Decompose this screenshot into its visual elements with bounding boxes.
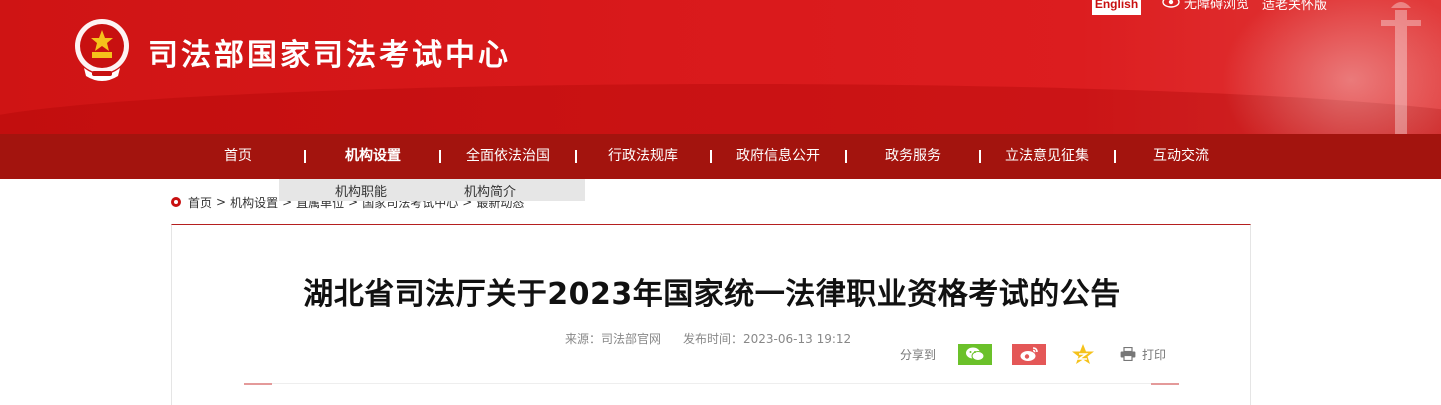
site-title[interactable]: 司法部国家司法考试中心 <box>148 30 511 74</box>
huabiao-pillar-decoration <box>1381 2 1421 134</box>
nav-separator <box>979 150 981 163</box>
breadcrumb-location-icon <box>171 197 181 207</box>
divider-accent-left <box>244 383 272 385</box>
nav-separator <box>575 150 577 163</box>
article-title: 湖北省司法厅关于2023年国家统一法律职业资格考试的公告 <box>303 277 1121 312</box>
nav-item-regulations[interactable]: 行政法规库 <box>592 134 694 179</box>
nav-separator <box>439 150 441 163</box>
submenu-item-functions[interactable]: 机构职能 <box>335 181 387 200</box>
english-button[interactable]: English <box>1092 0 1141 15</box>
breadcrumb-item[interactable]: 机构设置 <box>230 194 278 211</box>
printer-icon <box>1120 347 1136 361</box>
accessibility-label: 无障碍浏览 <box>1184 0 1250 12</box>
accessibility-link[interactable]: 无障碍浏览 <box>1162 0 1250 12</box>
share-bar: 分享到 打印 <box>900 343 1166 365</box>
main-nav: 首页 机构设置 全面依法治国 行政法规库 政府信息公开 政务服务 立法意见征集 … <box>0 134 1441 179</box>
article-divider <box>244 383 1179 385</box>
header-banner: 司法部国家司法考试中心 English 无障碍浏览 适老关怀版 <box>0 0 1441 134</box>
nav-item-organization[interactable]: 机构设置 <box>323 134 423 179</box>
qzone-star-icon <box>1072 344 1095 364</box>
nav-item-gov-info[interactable]: 政府信息公开 <box>727 134 829 179</box>
wechat-icon <box>966 347 985 361</box>
nav-item-legislation-feedback[interactable]: 立法意见征集 <box>996 134 1098 179</box>
nav-item-rule-of-law[interactable]: 全面依法治国 <box>456 134 560 179</box>
nav-submenu: 机构职能 机构简介 <box>279 179 585 201</box>
nav-item-interaction[interactable]: 互动交流 <box>1131 134 1231 179</box>
share-label: 分享到 <box>900 347 937 362</box>
national-emblem-icon <box>75 19 129 81</box>
breadcrumb-separator: > <box>216 195 227 209</box>
divider-accent-right <box>1151 383 1179 385</box>
share-qzone-button[interactable] <box>1066 344 1100 365</box>
nav-item-home[interactable]: 首页 <box>188 134 288 179</box>
submenu-item-overview[interactable]: 机构简介 <box>464 181 516 200</box>
share-wechat-button[interactable] <box>958 343 993 365</box>
print-button[interactable]: 打印 <box>1120 346 1166 363</box>
breadcrumb-item[interactable]: 首页 <box>188 194 212 211</box>
article-card: 湖北省司法厅关于2023年国家统一法律职业资格考试的公告 来源：司法部官网 发布… <box>171 224 1251 405</box>
print-label: 打印 <box>1142 347 1167 362</box>
elder-mode-link[interactable]: 适老关怀版 <box>1262 0 1327 13</box>
article-meta: 来源：司法部官网 发布时间：2023-06-13 19:12 <box>565 330 851 347</box>
share-weibo-button[interactable] <box>1012 343 1047 365</box>
article-published-time: 发布时间：2023-06-13 19:12 <box>683 332 852 346</box>
nav-separator <box>304 150 306 163</box>
eye-icon <box>1162 0 1180 8</box>
article-source: 来源：司法部官网 <box>565 332 662 346</box>
nav-separator <box>845 150 847 163</box>
nav-separator <box>710 150 712 163</box>
nav-item-services[interactable]: 政务服务 <box>862 134 964 179</box>
nav-separator <box>1114 150 1116 163</box>
weibo-icon <box>1020 347 1038 361</box>
